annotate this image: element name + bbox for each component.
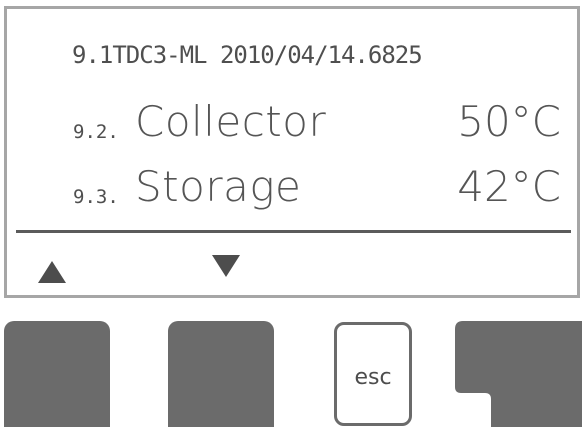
menu-row-number: 9.2. xyxy=(73,121,119,143)
device-info-line: 9.1TDC3-ML 2010/04/14.6825 xyxy=(72,41,423,69)
menu-row-value: 42°C xyxy=(457,162,561,211)
menu-row-number: 9.3. xyxy=(73,186,119,208)
esc-button[interactable]: esc xyxy=(334,322,412,426)
down-arrow-icon xyxy=(212,255,240,277)
up-arrow-icon xyxy=(38,261,66,283)
ok-button[interactable] xyxy=(453,321,582,427)
lcd-display: 9.1TDC3-ML 2010/04/14.6825 9.2. Collecto… xyxy=(4,6,580,298)
menu-row-label: Storage xyxy=(135,162,302,211)
menu-row-label: Collector xyxy=(135,97,327,146)
menu-row-value: 50°C xyxy=(457,97,561,146)
esc-button-label: esc xyxy=(354,365,392,390)
softkey-divider xyxy=(16,230,571,233)
down-button[interactable] xyxy=(168,321,274,427)
up-button[interactable] xyxy=(4,321,110,427)
